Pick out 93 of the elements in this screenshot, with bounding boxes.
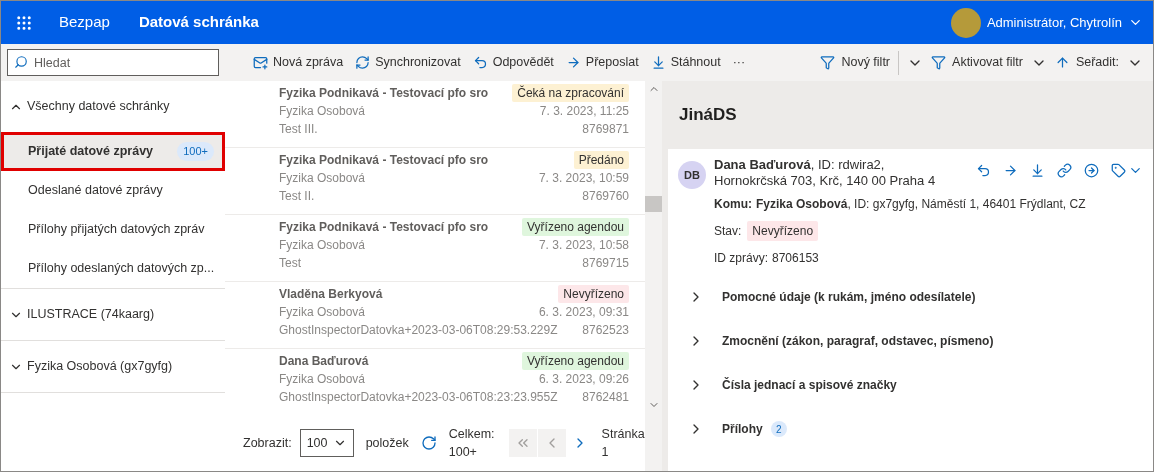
toolbar-button[interactable]: Seřadit: [1054, 53, 1119, 72]
reply-icon [472, 55, 488, 70]
sidebar-group[interactable]: Všechny datové schránky [1, 81, 225, 132]
recipient-name: Fyzika Osobová [279, 371, 366, 388]
recipient-info: Fyzika Osobová, ID: gx7gyfg, Náměstí 1, 46401 Frýdlant, CZ [756, 196, 1086, 213]
state-label: Stav: [714, 223, 742, 240]
message-subject: Test III. [279, 121, 318, 138]
status-badge: Vyřízeno agendou [522, 352, 629, 370]
recipient-name: Fyzika Osobová [279, 304, 366, 321]
status-badge: Čeká na zpracování [512, 84, 629, 102]
sidebar-item[interactable]: Přílohy odeslaných datových zp... [1, 249, 225, 288]
user-name[interactable]: Administrátor, Chytrolín [986, 12, 1122, 33]
app-name: Bezpap [59, 12, 110, 33]
new-mail-icon [253, 55, 268, 70]
total-label: Celkem: [448, 426, 495, 443]
sidebar-item[interactable]: Přijaté datové zprávy 100+ [1, 132, 225, 171]
avatar-initials: DB [678, 161, 706, 189]
refresh-icon[interactable] [420, 435, 437, 451]
count-badge: 100+ [177, 142, 214, 161]
recipient-name: Fyzika Osobová [279, 103, 366, 120]
sidebar-group[interactable]: Fyzika Osobová (gx7gyfg) [1, 341, 225, 392]
message-subject: Test II. [279, 188, 315, 205]
collapsible-section[interactable]: Čísla jednací a spisové značky [678, 363, 1143, 407]
message-subject: GhostInspectorDatovka+2023-03-06T08:23:23.955Z [279, 389, 558, 406]
status-badge: Vyřízeno agendou [522, 218, 629, 236]
page-label: Stránka [601, 426, 645, 443]
sender-name: Fyzika Podnikavá - Testovací pfo sro [279, 152, 489, 169]
link-icon[interactable] [1057, 163, 1072, 178]
message-id: 8762481 [582, 389, 629, 406]
recipient-name: Fyzika Osobová [279, 170, 366, 187]
status-badge: Nevyřízeno [558, 285, 629, 303]
tag-icon[interactable] [1111, 163, 1126, 178]
scrollbar[interactable] [645, 81, 662, 471]
toolbar-button[interactable]: ··· [732, 53, 746, 72]
state-badge: Nevyřízeno [747, 221, 819, 241]
message-id: 8769871 [582, 121, 629, 138]
sender-info: Dana Baďurová, ID: rdwira2, Hornokrčská 703, Krč, 140 00 Praha 4 [714, 157, 937, 189]
message-id-label: ID zprávy: [714, 250, 768, 267]
message-subject: GhostInspectorDatovka+2023-03-06T08:29:53.229Z [279, 322, 558, 339]
toolbar-button[interactable]: Odpovědět [472, 53, 554, 72]
collapsible-section[interactable]: Pomocné údaje (k rukám, jméno odesílatele) [678, 275, 1143, 319]
toolbar-button[interactable]: Stáhnout [650, 53, 721, 72]
toolbar-button[interactable]: Synchronizovat [355, 53, 461, 72]
app-launcher-icon[interactable] [15, 13, 33, 32]
scrollbar-thumb[interactable] [645, 196, 662, 212]
items-label: položek [365, 434, 409, 452]
reply-icon[interactable] [976, 163, 991, 178]
sender-name: Dana Baďurová [279, 353, 369, 370]
message-subject: Test [279, 255, 301, 272]
sidebar-item[interactable]: Přílohy přijatých datových zpráv [1, 210, 225, 249]
status-badge: Předáno [573, 151, 629, 169]
message-row[interactable]: Vladěna Berkyová Nevyřízeno Fyzika Osobová 6. 3. 2023, 09:31 GhostInspectorDatovka+2023-03-06T08:29:53.229Z 8762523 [225, 282, 645, 349]
page-number: 1 [601, 444, 610, 461]
search-field[interactable]: Hledat [7, 49, 219, 76]
collapsible-section[interactable]: Přílohy 2 [678, 407, 1143, 451]
search-icon [14, 55, 28, 69]
toolbar-button[interactable]: Přeposlat [565, 53, 639, 72]
message-id: 8762523 [582, 322, 629, 339]
message-row[interactable]: Fyzika Podnikavá - Testovací pfo sro Vyřízeno agendou Fyzika Osobová 7. 3. 2023, 10:58 Test 8769715 [225, 215, 645, 282]
show-label: Zobrazit: [243, 434, 292, 452]
sidebar-item[interactable]: Odeslané datové zprávy [1, 171, 225, 210]
sender-name: Vladěna Berkyová [279, 286, 383, 303]
download-icon[interactable] [1030, 163, 1045, 178]
toolbar-button[interactable]: Nová zpráva [253, 53, 344, 72]
message-date: 6. 3. 2023, 09:31 [538, 304, 629, 321]
message-row[interactable]: Dana Baďurová Vyřízeno agendou Fyzika Osobová 6. 3. 2023, 09:26 GhostInspectorDatovka+2023-03-06T08:23:23.955Z 8762481 [225, 349, 645, 415]
message-row[interactable]: Fyzika Podnikavá - Testovací pfo sro Předáno Fyzika Osobová 7. 3. 2023, 10:59 Test II. 8769760 [225, 148, 645, 215]
forward-icon[interactable] [1003, 163, 1018, 178]
page-size-dropdown[interactable]: 100 [299, 429, 354, 457]
message-date: 7. 3. 2023, 11:25 [539, 103, 629, 120]
message-date: 7. 3. 2023, 10:59 [538, 170, 629, 187]
sender-name: Fyzika Podnikavá - Testovací pfo sro [279, 219, 489, 236]
section-title: Datová schránka [138, 12, 259, 33]
filter-icon [931, 55, 947, 70]
recipient-name: Fyzika Osobová [279, 237, 366, 254]
sender-name: Fyzika Podnikavá - Testovací pfo sro [279, 85, 489, 102]
toolbar-button[interactable]: Nový filtr [820, 53, 891, 72]
sidebar-group[interactable]: ILUSTRACE (74kaarg) [1, 289, 225, 340]
message-date: 6. 3. 2023, 09:26 [538, 371, 629, 388]
message-row[interactable]: Fyzika Podnikavá - Testovací pfo sro Čeká na zpracování Fyzika Osobová 7. 3. 2023, 11:25 Test III. 8769871 [225, 81, 645, 148]
collapsible-section[interactable]: Zmocnění (zákon, paragraf, odstavec, písmeno) [678, 319, 1143, 363]
message-date: 7. 3. 2023, 10:58 [538, 237, 629, 254]
forward-icon [565, 55, 581, 70]
toolbar-button[interactable]: Aktivovat filtr [931, 53, 1023, 72]
filter-icon [820, 55, 836, 70]
sync-icon [355, 55, 371, 70]
message-id: 8769760 [582, 188, 629, 205]
recipient-label: Komu: [714, 196, 752, 213]
count-badge: 2 [770, 421, 787, 437]
message-id: 8706153 [772, 250, 819, 267]
total-count: 100+ [448, 444, 478, 461]
message-id: 8769715 [582, 255, 629, 272]
detail-title: JináDS [679, 104, 737, 127]
